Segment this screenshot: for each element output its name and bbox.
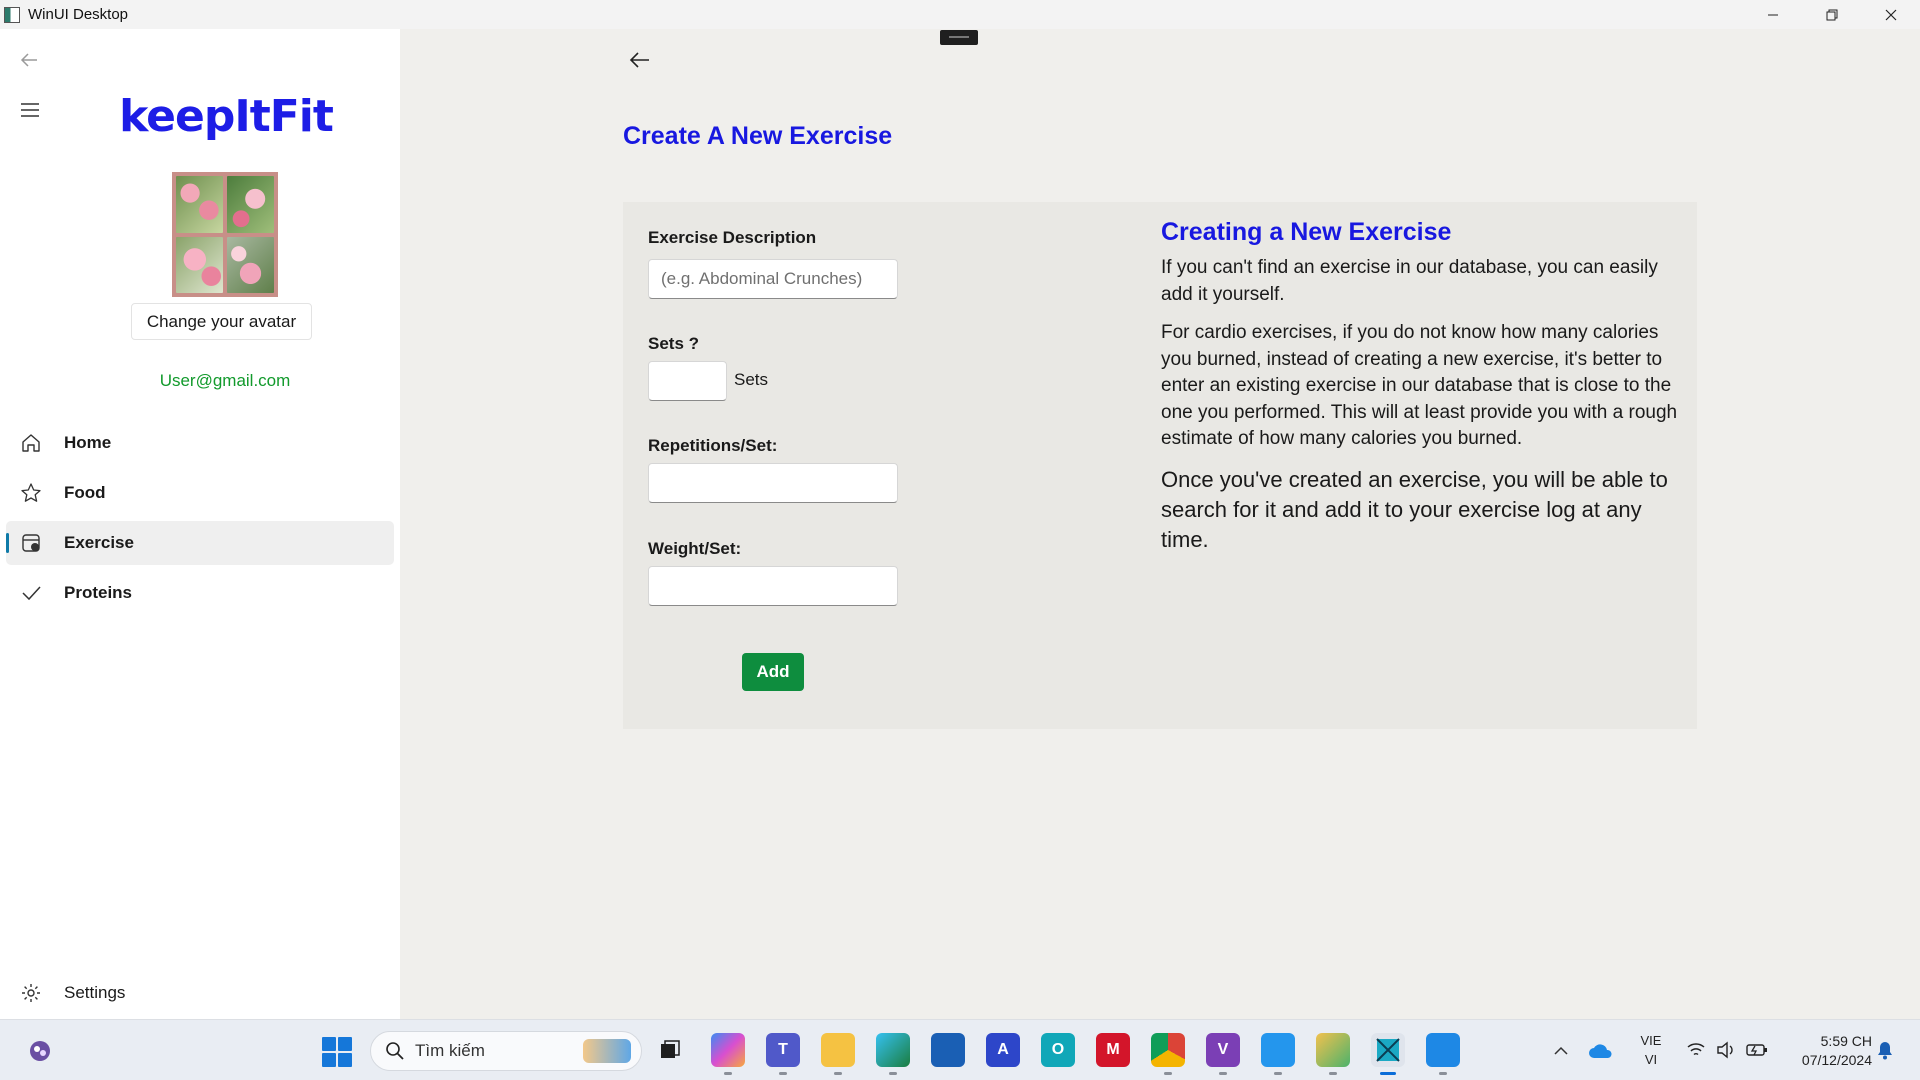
chevron-up-icon[interactable]: [1553, 1044, 1569, 1056]
nav-item-home[interactable]: Home: [6, 421, 394, 465]
chrome-icon[interactable]: [1151, 1033, 1185, 1075]
check-icon: [20, 582, 42, 604]
window-controls: [1743, 0, 1920, 29]
exercise-form-card: Exercise Description Sets ? Sets Repetit…: [623, 202, 1697, 729]
store-icon[interactable]: [931, 1033, 965, 1067]
copilot-icon[interactable]: [711, 1033, 745, 1075]
nav-label-food: Food: [64, 483, 106, 502]
close-button[interactable]: [1861, 0, 1920, 29]
window-title: WinUI Desktop: [28, 6, 129, 23]
close-icon: [1885, 9, 1896, 20]
notepad-icon[interactable]: [1426, 1033, 1460, 1075]
restore-icon: [1826, 9, 1837, 20]
exercise-icon: [20, 532, 42, 554]
search-placeholder: Tìm kiếm: [415, 1041, 485, 1060]
app-icon-teal[interactable]: O: [1041, 1033, 1075, 1067]
sets-label: Sets ?: [648, 334, 700, 353]
language-indicator[interactable]: VIE VI: [1634, 1031, 1668, 1069]
docker-icon[interactable]: [1261, 1033, 1295, 1075]
nav-item-food[interactable]: Food: [6, 471, 394, 515]
minimize-icon: [1767, 14, 1778, 15]
help-paragraph: If you can't find an exercise in our dat…: [1161, 257, 1658, 305]
gear-icon: [20, 982, 42, 1004]
minimize-button[interactable]: [1743, 0, 1802, 29]
nav-item-exercise[interactable]: Exercise: [6, 521, 394, 565]
language-code: VIE: [1640, 1033, 1662, 1048]
app-icon-colorful[interactable]: [1316, 1033, 1350, 1075]
title-bar: WinUI Desktop: [0, 0, 1920, 29]
page-title: Create A New Exercise: [623, 122, 893, 150]
app-icon: [4, 6, 20, 23]
help-panel: Creating a New Exercise If you can't fin…: [1161, 218, 1686, 567]
mcafee-icon[interactable]: M: [1096, 1033, 1130, 1067]
weight-input[interactable]: [648, 566, 898, 606]
sidebar: keepItFit Change your avatar User@gmail.…: [0, 29, 400, 1019]
volume-icon[interactable]: [1716, 1041, 1736, 1059]
visual-studio-icon[interactable]: V: [1206, 1033, 1240, 1075]
add-button[interactable]: Add: [742, 653, 804, 691]
repetitions-label: Repetitions/Set:: [648, 436, 778, 455]
back-arrow-icon[interactable]: [628, 48, 652, 72]
battery-icon[interactable]: [1746, 1041, 1768, 1059]
input-method: VI: [1644, 1052, 1658, 1067]
wifi-icon[interactable]: [1686, 1041, 1706, 1059]
description-input[interactable]: [648, 259, 898, 299]
nav-item-settings[interactable]: Settings: [6, 975, 394, 1011]
taskbar: Tìm kiếm T A O M V VIE VI 5:59 CH 07/12/…: [0, 1019, 1920, 1080]
nav-label-exercise: Exercise: [64, 533, 134, 552]
taskbar-search[interactable]: Tìm kiếm: [370, 1031, 642, 1071]
taskbar-clock[interactable]: 5:59 CH 07/12/2024: [1776, 1032, 1872, 1070]
nav-label-proteins: Proteins: [64, 583, 133, 602]
nav-label-settings: Settings: [64, 983, 126, 1002]
weight-label: Weight/Set:: [648, 539, 742, 558]
sets-input[interactable]: [648, 361, 727, 401]
search-highlight-icon: [583, 1039, 631, 1063]
clock-date: 07/12/2024: [1801, 1052, 1872, 1068]
drag-handle[interactable]: [940, 30, 978, 45]
app-logo: keepItFit: [119, 91, 334, 142]
app-icon-blue[interactable]: A: [986, 1033, 1020, 1067]
restore-button[interactable]: [1802, 0, 1861, 29]
help-paragraph: Once you've created an exercise, you wil…: [1161, 466, 1668, 552]
clock-time: 5:59 CH: [1820, 1033, 1872, 1049]
star-icon: [20, 482, 42, 504]
start-button[interactable]: [322, 1037, 352, 1067]
user-email: User@gmail.com: [159, 371, 291, 390]
repetitions-input[interactable]: [648, 463, 898, 503]
back-arrow-icon[interactable]: [18, 49, 40, 71]
search-icon: [386, 1042, 404, 1060]
help-title: Creating a New Exercise: [1161, 218, 1452, 246]
nav-item-proteins[interactable]: Proteins: [6, 571, 394, 615]
nav-label-home: Home: [64, 433, 112, 452]
change-avatar-button[interactable]: Change your avatar: [131, 303, 312, 340]
help-paragraph: For cardio exercises, if you do not know…: [1161, 322, 1678, 449]
notification-bell-icon[interactable]: [1876, 1040, 1894, 1060]
winui-app-icon[interactable]: [1371, 1033, 1405, 1075]
home-icon: [20, 432, 42, 454]
task-view-icon[interactable]: [653, 1033, 687, 1067]
onedrive-icon[interactable]: [1588, 1042, 1614, 1060]
sets-suffix: Sets: [734, 370, 769, 389]
teams-icon[interactable]: T: [766, 1033, 800, 1075]
avatar: [172, 172, 278, 297]
widgets-icon[interactable]: [26, 1037, 54, 1065]
file-explorer-icon[interactable]: [821, 1033, 855, 1075]
nav-list: Home Food Exercise Proteins: [6, 421, 394, 621]
edge-icon[interactable]: [876, 1033, 910, 1075]
description-label: Exercise Description: [648, 228, 817, 247]
